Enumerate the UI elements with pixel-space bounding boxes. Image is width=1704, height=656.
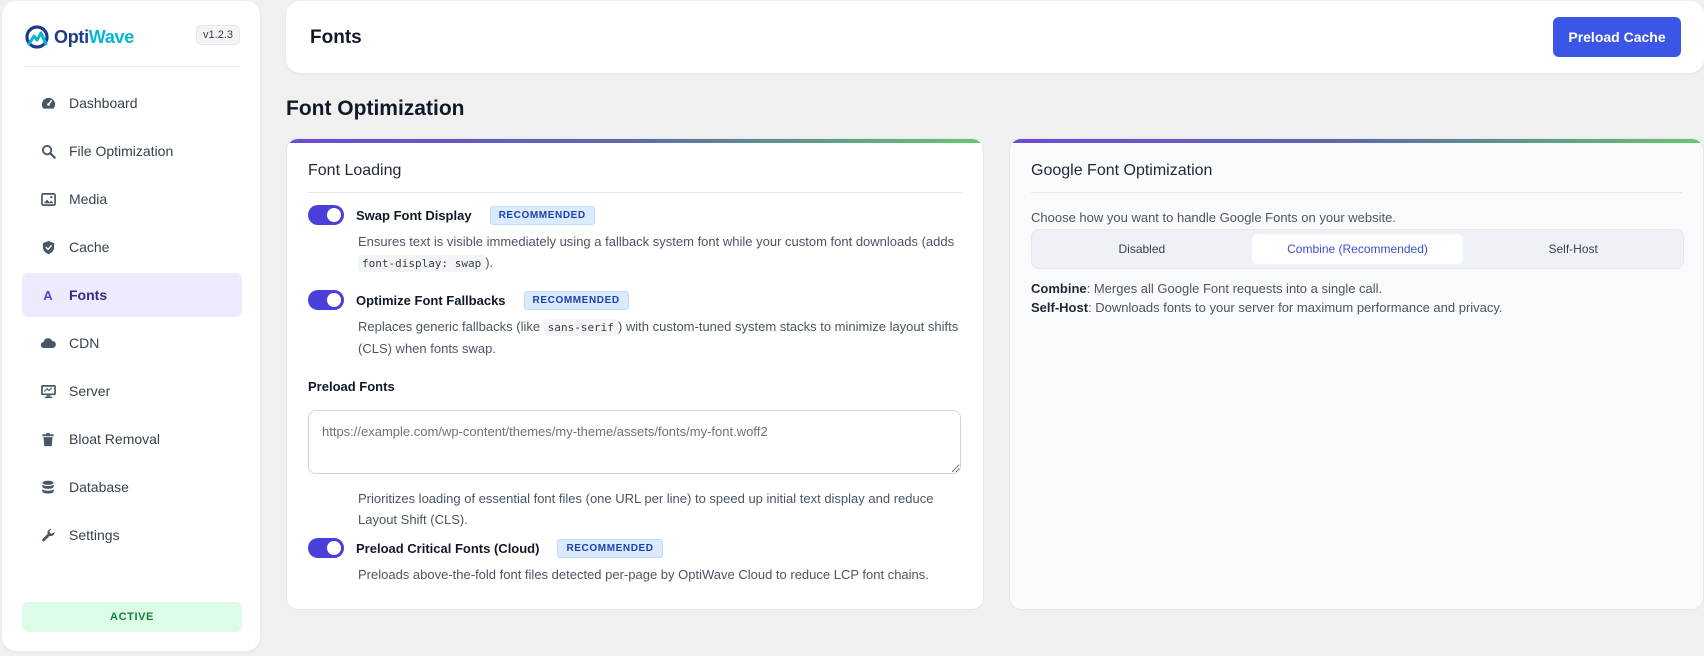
sidebar-item-label: Settings <box>69 527 120 543</box>
sidebar-item-label: Fonts <box>69 287 108 303</box>
preload-critical-fonts-toggle[interactable] <box>308 538 344 558</box>
status-badge: ACTIVE <box>22 602 242 632</box>
preload-fonts-label: Preload Fonts <box>308 379 395 394</box>
preload-fonts-textarea[interactable] <box>308 410 961 474</box>
database-icon <box>40 479 56 495</box>
mode-disabled-button[interactable]: Disabled <box>1036 234 1248 264</box>
sidebar-item-dashboard[interactable]: Dashboard <box>22 81 242 125</box>
sidebar-item-media[interactable]: Media <box>22 177 242 221</box>
sidebar-item-settings[interactable]: Settings <box>22 513 242 557</box>
font-icon: A <box>43 287 53 303</box>
section-title: Font Optimization <box>286 97 465 120</box>
sidebar-item-label: Database <box>69 479 129 495</box>
combine-note: Combine: Merges all Google Font requests… <box>1031 281 1383 296</box>
search-icon <box>40 143 56 159</box>
google-font-optimization-card: Google Font Optimization Choose how you … <box>1009 138 1704 610</box>
sidebar: OptiWave v1.2.3 Dashboard File Optimizat… <box>2 1 260 651</box>
self-host-note: Self-Host: Downloads fonts to your serve… <box>1031 300 1503 315</box>
option-label: Optimize Font Fallbacks <box>356 292 506 308</box>
sidebar-nav: Dashboard File Optimization Media Cache … <box>22 81 242 561</box>
card-title: Font Loading <box>308 162 402 179</box>
code-snippet: font-display: swap <box>358 255 486 272</box>
sidebar-item-database[interactable]: Database <box>22 465 242 509</box>
sidebar-item-cache[interactable]: Cache <box>22 225 242 269</box>
sidebar-item-server[interactable]: Server <box>22 369 242 413</box>
preload-cache-button[interactable]: Preload Cache <box>1553 17 1681 57</box>
page-header: Fonts Preload Cache <box>286 1 1704 73</box>
sidebar-item-file-optimization[interactable]: File Optimization <box>22 129 242 173</box>
option-description: Preloads above-the-fold font files detec… <box>358 567 929 582</box>
sidebar-item-label: Server <box>69 383 111 399</box>
trash-icon <box>40 431 56 447</box>
card-divider <box>308 192 962 193</box>
sidebar-item-label: CDN <box>69 335 100 351</box>
mode-self-host-button[interactable]: Self-Host <box>1467 234 1679 264</box>
google-fonts-mode-selector: Disabled Combine (Recommended) Self-Host <box>1031 229 1684 269</box>
option-swap-font-display: Swap Font Display RECOMMENDED Ensures te… <box>308 204 962 274</box>
dashboard-icon <box>40 95 56 111</box>
google-fonts-description: Choose how you want to handle Google Fon… <box>1031 210 1396 225</box>
option-label: Preload Critical Fonts (Cloud) <box>356 540 540 556</box>
page-title: Fonts <box>310 27 362 48</box>
monitor-icon <box>40 383 56 399</box>
sidebar-item-cdn[interactable]: CDN <box>22 321 242 365</box>
card-title: Google Font Optimization <box>1031 162 1213 179</box>
recommended-badge: RECOMMENDED <box>489 205 595 225</box>
card-divider <box>1031 192 1682 193</box>
sidebar-item-fonts[interactable]: A Fonts <box>22 273 242 317</box>
cloud-icon <box>40 335 56 351</box>
image-icon <box>40 191 56 207</box>
sidebar-item-label: Cache <box>69 239 110 255</box>
sidebar-item-label: Dashboard <box>69 95 138 111</box>
wrench-icon <box>40 527 56 543</box>
optiwave-logo-icon <box>25 25 49 49</box>
brand[interactable]: OptiWave <box>24 23 134 51</box>
version-badge: v1.2.3 <box>196 25 240 45</box>
sidebar-item-label: Media <box>69 191 108 207</box>
recommended-badge: RECOMMENDED <box>557 538 663 558</box>
mode-combine-button[interactable]: Combine (Recommended) <box>1251 234 1464 264</box>
sidebar-divider <box>24 66 240 67</box>
sidebar-item-bloat-removal[interactable]: Bloat Removal <box>22 417 242 461</box>
font-loading-card: Font Loading Swap Font Display RECOMMEND… <box>286 138 984 610</box>
option-description: Ensures text is visible immediately usin… <box>358 234 955 272</box>
optimize-font-fallbacks-toggle[interactable] <box>308 290 344 310</box>
code-snippet: sans-serif <box>543 319 618 336</box>
option-preload-critical-fonts: Preload Critical Fonts (Cloud) RECOMMEND… <box>308 537 962 585</box>
sidebar-item-label: Bloat Removal <box>69 431 161 447</box>
shield-icon <box>40 239 56 255</box>
option-description: Replaces generic fallbacks (like sans-se… <box>358 319 959 356</box>
swap-font-display-toggle[interactable] <box>308 205 344 225</box>
brand-name: OptiWave <box>54 26 134 47</box>
preload-fonts-help: Prioritizes loading of essential font fi… <box>358 491 934 527</box>
option-optimize-font-fallbacks: Optimize Font Fallbacks RECOMMENDED Repl… <box>308 289 962 359</box>
option-label: Swap Font Display <box>356 207 472 223</box>
recommended-badge: RECOMMENDED <box>523 290 629 310</box>
sidebar-item-label: File Optimization <box>69 143 174 159</box>
